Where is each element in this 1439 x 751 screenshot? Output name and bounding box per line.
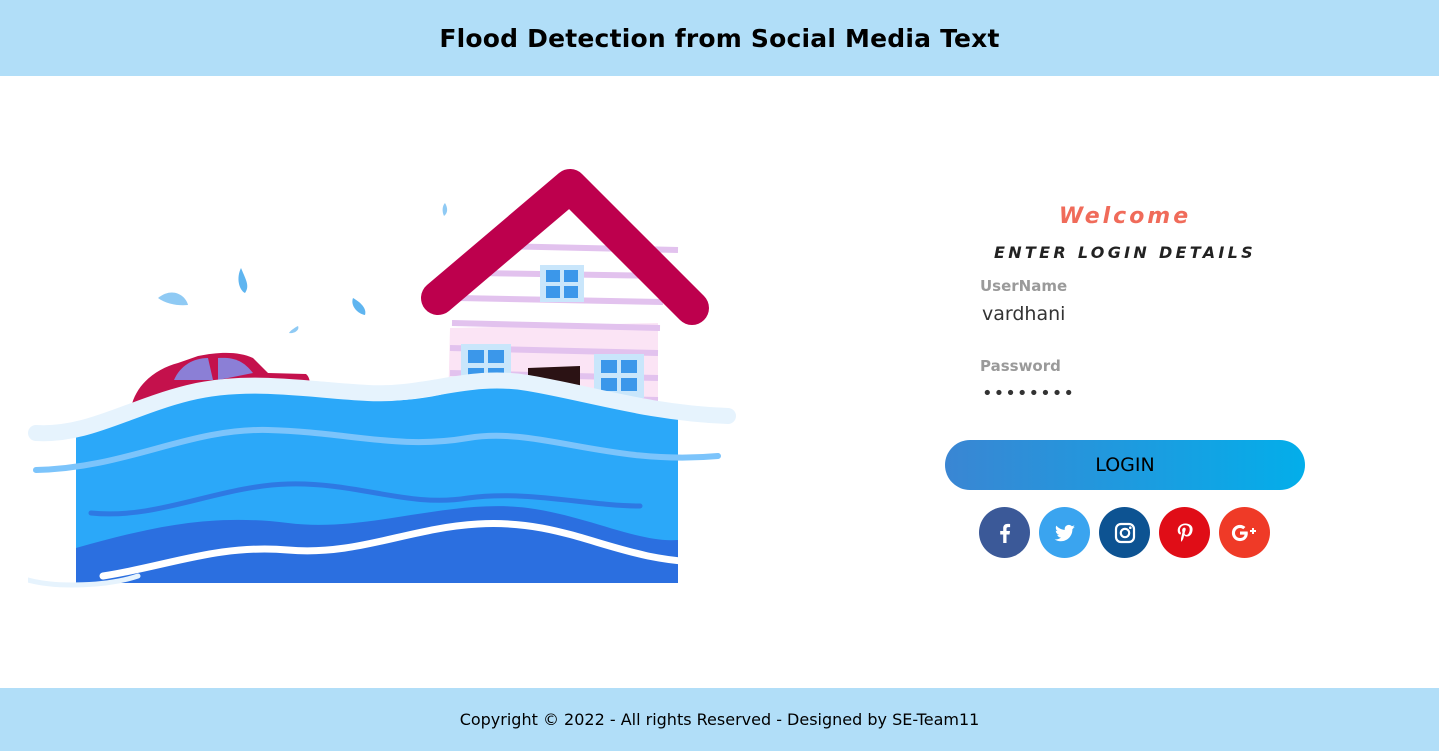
google-plus-icon — [1231, 524, 1256, 541]
twitter-button[interactable] — [1039, 507, 1090, 558]
username-field: UserName — [980, 277, 1280, 326]
username-input[interactable] — [980, 302, 1270, 326]
login-button[interactable]: LOGIN — [945, 440, 1305, 490]
facebook-icon — [999, 523, 1010, 543]
password-label: Password — [980, 357, 1061, 375]
password-field: Password — [980, 357, 1280, 405]
password-input[interactable] — [980, 381, 1270, 405]
welcome-heading: Welcome — [1058, 204, 1192, 229]
facebook-button[interactable] — [979, 507, 1030, 558]
page-footer: Copyright © 2022 - All rights Reserved -… — [0, 688, 1439, 751]
flood-illustration — [25, 168, 738, 598]
social-links — [979, 507, 1305, 558]
page-header: Flood Detection from Social Media Text — [0, 0, 1439, 76]
login-subtitle: ENTER LOGIN DETAILS — [994, 243, 1256, 262]
twitter-icon — [1054, 524, 1075, 541]
instagram-icon — [1114, 522, 1135, 543]
pinterest-button[interactable] — [1159, 507, 1210, 558]
copyright-text: Copyright © 2022 - All rights Reserved -… — [459, 710, 980, 729]
login-panel: Welcome ENTER LOGIN DETAILS UserName Pas… — [945, 200, 1305, 558]
google-plus-button[interactable] — [1219, 507, 1270, 558]
pinterest-icon — [1177, 523, 1193, 542]
page-title: Flood Detection from Social Media Text — [439, 23, 1000, 53]
username-label: UserName — [980, 277, 1068, 295]
instagram-button[interactable] — [1099, 507, 1150, 558]
